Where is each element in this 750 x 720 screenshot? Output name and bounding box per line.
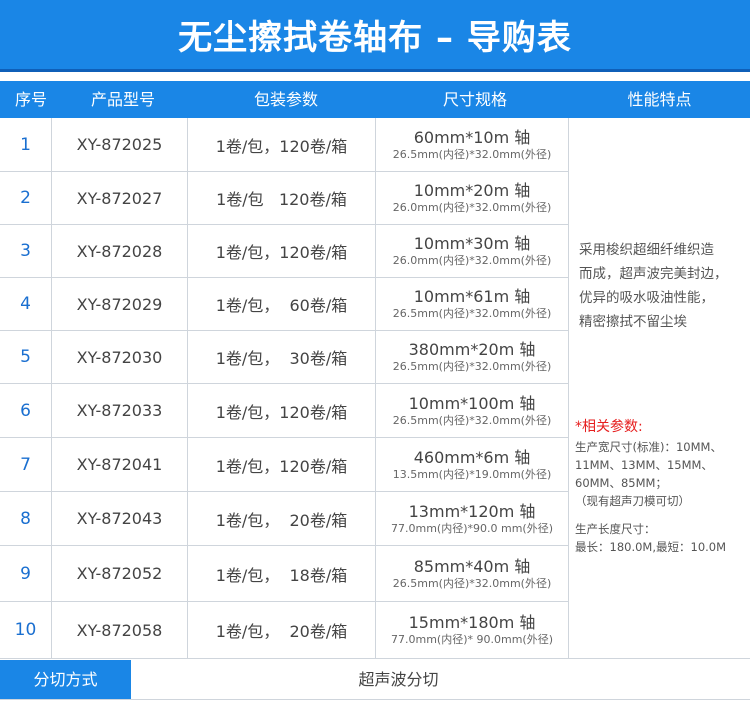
row-size-cell: 85mm*40m 轴 26.5mm(内径)*32.0mm(外径) [376, 546, 569, 601]
row-size-cell: 10mm*100m 轴 26.5mm(内径)*32.0mm(外径) [376, 384, 569, 437]
row-size-cell: 460mm*6m 轴 13.5mm(内径)*19.0mm(外径) [376, 438, 569, 491]
row-model: XY-872027 [52, 172, 188, 224]
row-size-cell: 13mm*120m 轴 77.0mm(内径)*90.0 mm(外径) [376, 492, 569, 545]
row-size: 460mm*6m 轴 [413, 447, 531, 467]
row-index: 3 [0, 225, 52, 277]
row-core-size: 26.5mm(内径)*32.0mm(外径) [392, 413, 552, 427]
row-size-cell: 380mm*20m 轴 26.5mm(内径)*32.0mm(外径) [376, 331, 569, 383]
table-header: 序号 产品型号 包装参数 尺寸规格 性能特点 [0, 81, 750, 118]
params-line: 11MM、13MM、15MM、 [575, 458, 713, 472]
row-pack: 1卷/包， 30卷/箱 [188, 331, 376, 383]
header-feature: 性能特点 [627, 90, 692, 109]
row-size-cell: 15mm*180m 轴 77.0mm(内径)* 90.0mm(外径) [376, 602, 569, 658]
row-index: 8 [0, 492, 52, 545]
row-model: XY-872025 [52, 118, 188, 171]
row-index: 7 [0, 438, 52, 491]
params-line: （现有超声刀模可切） [575, 494, 690, 508]
table-row: 6 XY-872033 1卷/包，120卷/箱 10mm*100m 轴 26.5mm(内… [0, 384, 569, 438]
table-row: 9 XY-872052 1卷/包， 18卷/箱 85mm*40m 轴 26.5mm(内径… [0, 546, 569, 602]
row-index: 5 [0, 331, 52, 383]
row-index: 4 [0, 278, 52, 330]
row-size: 85mm*40m 轴 [413, 556, 531, 576]
row-size: 15mm*180m 轴 [408, 613, 536, 632]
row-model: XY-872052 [52, 546, 188, 601]
row-core-size: 77.0mm(内径)*90.0 mm(外径) [390, 521, 553, 535]
params-line: 生产长度尺寸： [575, 522, 656, 536]
row-size: 10mm*61m 轴 [413, 287, 531, 306]
feature-line: 而成，超声波完美封边， [579, 266, 728, 282]
row-size: 10mm*20m 轴 [413, 181, 531, 200]
row-core-size: 26.0mm(内径)*32.0mm(外径) [392, 201, 552, 214]
row-pack: 1卷/包， 20卷/箱 [188, 602, 376, 658]
row-core-size: 26.5mm(内径)*32.0mm(外径) [392, 360, 552, 373]
row-index: 9 [0, 546, 52, 601]
params-line: 最长：180.0M,最短：10.0M [575, 540, 727, 554]
row-size-cell: 10mm*61m 轴 26.5mm(内径)*32.0mm(外径) [376, 278, 569, 330]
row-core-size: 77.0mm(内径)* 90.0mm(外径) [390, 633, 553, 646]
row-size-cell: 10mm*30m 轴 26.0mm(内径)*32.0mm(外径) [376, 225, 569, 277]
row-size-cell: 60mm*10m 轴 26.5mm(内径)*32.0mm(外径) [376, 118, 569, 171]
feature-line: 精密擦拭不留尘埃 [579, 314, 687, 330]
table-row: 7 XY-872041 1卷/包，120卷/箱 460mm*6m 轴 13.5mm(内径… [0, 438, 569, 492]
row-core-size: 26.5mm(内径)*32.0mm(外径) [392, 147, 552, 161]
header-pack: 包装参数 [253, 90, 318, 109]
row-pack: 1卷/包，120卷/箱 [188, 384, 376, 437]
row-model: XY-872043 [52, 492, 188, 545]
row-model: XY-872029 [52, 278, 188, 330]
row-model: XY-872058 [52, 602, 188, 658]
page-title-banner: 无尘擦拭卷轴布 – 导购表 [0, 0, 750, 72]
table-row: 2 XY-872027 1卷/包 120卷/箱 10mm*20m 轴 26.0mm(内径… [0, 172, 569, 225]
row-pack: 1卷/包，120卷/箱 [188, 438, 376, 491]
feature-column: 采用梭织超细纤维织造 而成，超声波完美封边， 优异的吸水吸油性能， 精密擦拭不留… [569, 118, 750, 659]
row-core-size: 13.5mm(内径)*19.0mm(外径) [392, 467, 552, 481]
row-core-size: 26.5mm(内径)*32.0mm(外径) [392, 576, 552, 590]
row-size: 380mm*20m 轴 [408, 340, 536, 359]
table-row: 3 XY-872028 1卷/包，120卷/箱 10mm*30m 轴 26.0mm(内径… [0, 225, 569, 278]
params-block: *相关参数: 生产宽尺寸(标准)：10MM、 11MM、13MM、15MM、 6… [575, 416, 750, 556]
row-index: 1 [0, 118, 52, 171]
row-size: 10mm*30m 轴 [413, 234, 531, 253]
row-model: XY-872033 [52, 384, 188, 437]
row-pack: 1卷/包， 18卷/箱 [188, 546, 376, 601]
header-model: 产品型号 [90, 90, 155, 109]
row-size-cell: 10mm*20m 轴 26.0mm(内径)*32.0mm(外径) [376, 172, 569, 224]
params-line: 60MM、85MM； [575, 476, 667, 490]
table-row: 8 XY-872043 1卷/包， 20卷/箱 13mm*120m 轴 77.0mm(内… [0, 492, 569, 546]
row-pack: 1卷/包， 60卷/箱 [188, 278, 376, 330]
table-row: 1 XY-872025 1卷/包，120卷/箱 60mm*10m 轴 26.5mm(内径… [0, 118, 569, 172]
footer-row: 分切方式 超声波分切 [0, 660, 750, 700]
row-index: 6 [0, 384, 52, 437]
cut-method-label: 分切方式 [0, 660, 131, 699]
table-row: 10 XY-872058 1卷/包， 20卷/箱 15mm*180m 轴 77.0mm(… [0, 602, 569, 659]
row-index: 2 [0, 172, 52, 224]
header-index: 序号 [14, 90, 47, 109]
row-size: 10mm*100m 轴 [408, 393, 536, 413]
row-index: 10 [0, 602, 52, 658]
row-size: 60mm*10m 轴 [413, 127, 531, 147]
row-core-size: 26.5mm(内径)*32.0mm(外径) [392, 307, 552, 320]
header-size: 尺寸规格 [442, 90, 507, 109]
feature-text: 采用梭织超细纤维织造 而成，超声波完美封边， 优异的吸水吸油性能， 精密擦拭不留… [579, 238, 749, 334]
params-line: 生产宽尺寸(标准)：10MM、 [575, 440, 722, 454]
page-title: 无尘擦拭卷轴布 – 导购表 [178, 18, 572, 58]
feature-line: 采用梭织超细纤维织造 [579, 242, 714, 258]
row-pack: 1卷/包， 20卷/箱 [188, 492, 376, 545]
row-model: XY-872030 [52, 331, 188, 383]
table-row: 4 XY-872029 1卷/包， 60卷/箱 10mm*61m 轴 26.5mm(内径… [0, 278, 569, 331]
table-row: 5 XY-872030 1卷/包， 30卷/箱 380mm*20m 轴 26.5mm(内… [0, 331, 569, 384]
feature-line: 优异的吸水吸油性能， [579, 290, 714, 306]
params-title: *相关参数: [575, 419, 643, 435]
row-size: 13mm*120m 轴 [408, 501, 536, 521]
row-model: XY-872028 [52, 225, 188, 277]
row-pack: 1卷/包 120卷/箱 [188, 172, 376, 224]
row-model: XY-872041 [52, 438, 188, 491]
row-pack: 1卷/包，120卷/箱 [188, 225, 376, 277]
row-core-size: 26.0mm(内径)*32.0mm(外径) [392, 254, 552, 267]
cut-method-value: 超声波分切 [358, 670, 439, 689]
row-pack: 1卷/包，120卷/箱 [188, 118, 376, 171]
